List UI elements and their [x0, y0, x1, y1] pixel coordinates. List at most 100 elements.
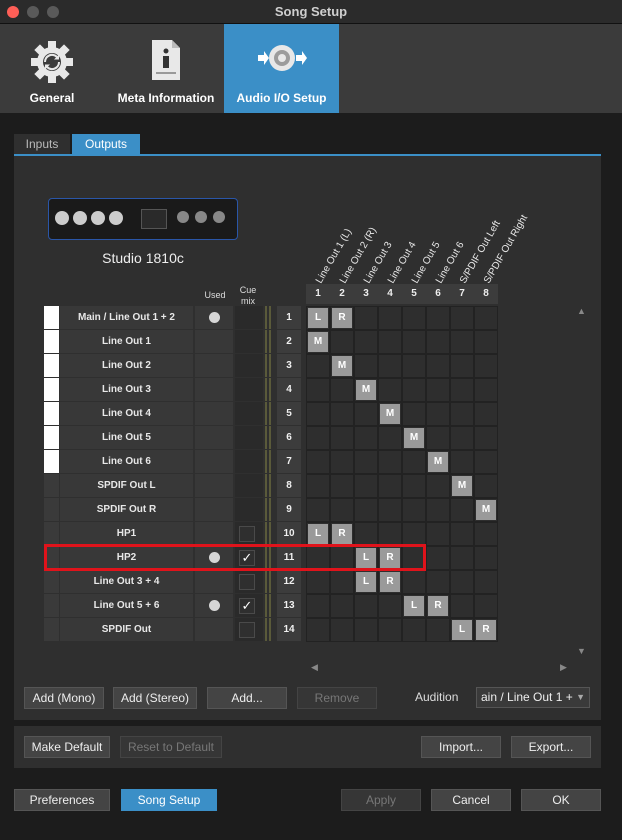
output-name[interactable]: Line Out 3 + 4: [60, 570, 193, 593]
preferences-button[interactable]: Preferences: [14, 789, 110, 811]
remove-button[interactable]: Remove: [297, 687, 377, 709]
matrix-cell[interactable]: [474, 426, 498, 450]
matrix-cell[interactable]: [450, 498, 474, 522]
matrix-cell[interactable]: [306, 474, 330, 498]
matrix-cell[interactable]: [378, 474, 402, 498]
matrix-cell[interactable]: [330, 570, 354, 594]
matrix-cell[interactable]: [354, 402, 378, 426]
scroll-down-icon[interactable]: ▼: [577, 646, 586, 656]
row-color-swatch[interactable]: [44, 450, 59, 473]
matrix-cell[interactable]: [378, 306, 402, 330]
routing-mark[interactable]: R: [428, 596, 448, 616]
output-name[interactable]: Line Out 5 + 6: [60, 594, 193, 617]
matrix-cell[interactable]: [450, 306, 474, 330]
tab-outputs[interactable]: Outputs: [72, 134, 140, 155]
routing-mark[interactable]: M: [356, 380, 376, 400]
used-cell[interactable]: [195, 570, 233, 593]
matrix-cell[interactable]: [306, 618, 330, 642]
matrix-cell[interactable]: [402, 354, 426, 378]
matrix-cell[interactable]: [306, 594, 330, 618]
matrix-cell[interactable]: [450, 378, 474, 402]
tab-audio-io-setup[interactable]: Audio I/O Setup: [224, 24, 339, 113]
matrix-cell[interactable]: [378, 426, 402, 450]
matrix-cell[interactable]: [474, 402, 498, 426]
row-color-swatch[interactable]: [44, 498, 59, 521]
import-button[interactable]: Import...: [421, 736, 501, 758]
row-color-swatch[interactable]: [44, 618, 59, 641]
routing-mark[interactable]: R: [476, 620, 496, 640]
matrix-cell[interactable]: [474, 450, 498, 474]
matrix-cell[interactable]: [450, 450, 474, 474]
output-name[interactable]: Line Out 6: [60, 450, 193, 473]
matrix-cell[interactable]: [474, 522, 498, 546]
matrix-cell[interactable]: [354, 594, 378, 618]
used-cell[interactable]: [195, 618, 233, 641]
matrix-cell[interactable]: [330, 378, 354, 402]
routing-mark[interactable]: L: [356, 572, 376, 592]
matrix-cell[interactable]: [378, 618, 402, 642]
matrix-cell[interactable]: [306, 570, 330, 594]
matrix-cell[interactable]: [426, 306, 450, 330]
matrix-cell[interactable]: [426, 498, 450, 522]
tab-meta-information[interactable]: Meta Information: [108, 24, 224, 113]
scroll-right-icon[interactable]: ▶: [560, 662, 567, 673]
matrix-cell[interactable]: [426, 330, 450, 354]
matrix-cell[interactable]: [354, 474, 378, 498]
row-color-swatch[interactable]: [44, 306, 59, 329]
apply-button[interactable]: Apply: [341, 789, 421, 811]
cue-mix-cell[interactable]: [235, 570, 263, 593]
used-cell[interactable]: [195, 378, 233, 401]
cue-mix-checkbox[interactable]: [239, 574, 255, 590]
matrix-cell[interactable]: [474, 474, 498, 498]
output-name[interactable]: SPDIF Out R: [60, 498, 193, 521]
matrix-cell[interactable]: [474, 570, 498, 594]
matrix-cell[interactable]: [354, 426, 378, 450]
matrix-cell[interactable]: [402, 306, 426, 330]
matrix-cell[interactable]: [402, 522, 426, 546]
matrix-cell[interactable]: [330, 450, 354, 474]
matrix-cell[interactable]: [354, 306, 378, 330]
used-cell[interactable]: [195, 402, 233, 425]
matrix-cell[interactable]: [378, 378, 402, 402]
routing-mark[interactable]: M: [452, 476, 472, 496]
matrix-cell[interactable]: [402, 330, 426, 354]
row-color-swatch[interactable]: [44, 474, 59, 497]
matrix-cell[interactable]: [450, 402, 474, 426]
scroll-left-icon[interactable]: ◀: [311, 662, 318, 673]
cancel-button[interactable]: Cancel: [431, 789, 511, 811]
matrix-cell[interactable]: [378, 330, 402, 354]
matrix-cell[interactable]: [402, 402, 426, 426]
matrix-cell[interactable]: [450, 546, 474, 570]
row-color-swatch[interactable]: [44, 594, 59, 617]
matrix-cell[interactable]: [354, 618, 378, 642]
song-setup-button[interactable]: Song Setup: [121, 789, 217, 811]
used-cell[interactable]: [195, 426, 233, 449]
routing-mark[interactable]: R: [380, 572, 400, 592]
output-name[interactable]: Line Out 3: [60, 378, 193, 401]
matrix-cell[interactable]: [330, 402, 354, 426]
add-button[interactable]: Add...: [207, 687, 287, 709]
matrix-cell[interactable]: [378, 522, 402, 546]
matrix-cell[interactable]: [378, 594, 402, 618]
matrix-cell[interactable]: [330, 330, 354, 354]
routing-mark[interactable]: R: [332, 308, 352, 328]
matrix-cell[interactable]: [306, 450, 330, 474]
routing-mark[interactable]: M: [380, 404, 400, 424]
tab-inputs[interactable]: Inputs: [14, 134, 70, 155]
matrix-cell[interactable]: [354, 330, 378, 354]
routing-mark[interactable]: L: [452, 620, 472, 640]
matrix-cell[interactable]: [450, 426, 474, 450]
matrix-cell[interactable]: [402, 570, 426, 594]
cue-mix-checkbox[interactable]: ✓: [239, 598, 255, 614]
routing-mark[interactable]: L: [404, 596, 424, 616]
output-name[interactable]: SPDIF Out: [60, 618, 193, 641]
make-default-button[interactable]: Make Default: [24, 736, 110, 758]
row-color-swatch[interactable]: [44, 570, 59, 593]
output-name[interactable]: Line Out 2: [60, 354, 193, 377]
used-cell[interactable]: [195, 330, 233, 353]
matrix-cell[interactable]: [402, 450, 426, 474]
matrix-cell[interactable]: [426, 378, 450, 402]
matrix-cell[interactable]: [330, 618, 354, 642]
routing-mark[interactable]: R: [332, 524, 352, 544]
output-name[interactable]: Line Out 1: [60, 330, 193, 353]
